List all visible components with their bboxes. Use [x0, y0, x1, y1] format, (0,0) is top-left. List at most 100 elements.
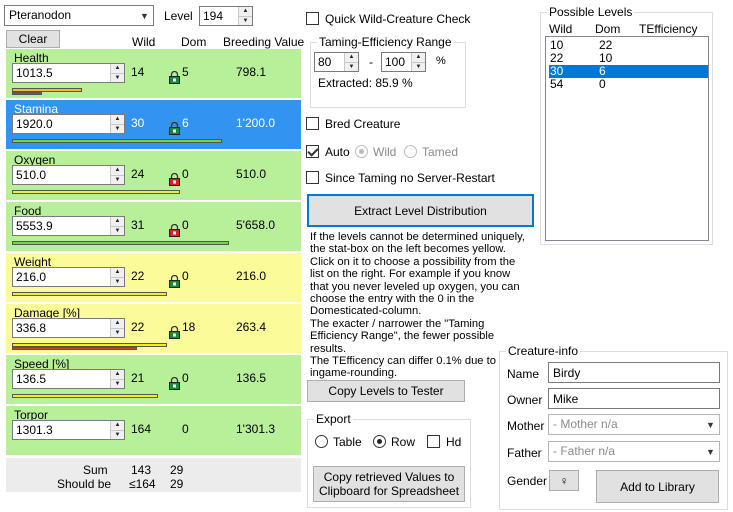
chevron-down-icon: ▼	[706, 446, 715, 457]
stepper-arrows-icon[interactable]: ▲ ▼	[110, 166, 124, 184]
name-value: Birdy	[553, 366, 581, 380]
stepper-arrows-icon[interactable]: ▲ ▼	[110, 115, 124, 133]
stat-box-3[interactable]: Food 5553.9 ▲ ▼ 31 0 5'658.0	[6, 202, 301, 251]
stepper-arrows-icon[interactable]: ▲ ▼	[110, 421, 124, 439]
te-extracted: Extracted: 85.9 %	[318, 76, 413, 90]
owner-field[interactable]: Mike	[548, 388, 720, 409]
stat-breeding: 216.0	[236, 269, 267, 283]
creature-info-title: Creature-info	[506, 344, 581, 358]
te-min-stepper[interactable]: 80 ▲ ▼	[314, 52, 359, 72]
chevron-down-icon: ▼	[706, 419, 715, 430]
tamed-radio[interactable]: Tamed	[404, 145, 458, 159]
wild-radio[interactable]: Wild	[355, 145, 396, 159]
stat-box-2[interactable]: Oxygen 510.0 ▲ ▼ 24 0 510.0	[6, 151, 301, 200]
stat-dom: 6	[182, 116, 189, 130]
stepper-arrows-icon[interactable]: ▲ ▼	[110, 319, 124, 337]
unlock-icon[interactable]	[169, 274, 180, 288]
quick-check-label: Quick Wild-Creature Check	[325, 12, 471, 26]
quick-check-checkbox[interactable]: Quick Wild-Creature Check	[306, 12, 470, 26]
should-be-label: Should be	[57, 477, 112, 491]
mother-select[interactable]: - Mother n/a ▼	[548, 414, 720, 435]
copy-levels-tester-button[interactable]: Copy Levels to Tester	[307, 380, 465, 402]
stat-value: 510.0	[16, 168, 47, 182]
name-field[interactable]: Birdy	[548, 362, 720, 383]
owner-value: Mike	[553, 392, 579, 406]
stat-box-5[interactable]: Damage [%] 336.8 ▲ ▼ 22 18 263.4	[6, 304, 301, 353]
tamed-radio-label: Tamed	[422, 145, 459, 159]
te-max-stepper[interactable]: 100 ▲ ▼	[381, 52, 426, 72]
stat-breeding: 1'301.3	[236, 422, 275, 436]
stat-level-bar	[12, 139, 222, 143]
possible-level-row[interactable]: 54 0	[549, 78, 708, 91]
stat-value-stepper[interactable]: 1301.3 ▲ ▼	[12, 420, 125, 440]
stat-value-stepper[interactable]: 1013.5 ▲ ▼	[12, 63, 125, 83]
auto-label: Auto	[325, 145, 350, 159]
stepper-arrows-icon[interactable]: ▲ ▼	[344, 53, 358, 71]
stat-box-4[interactable]: Weight 216.0 ▲ ▼ 22 0 216.0	[6, 253, 301, 302]
lock-icon[interactable]	[169, 172, 180, 186]
level-label: Level	[164, 9, 193, 23]
export-table-radio[interactable]: Table	[315, 435, 362, 449]
stat-breeding: 510.0	[236, 167, 267, 181]
unlock-icon[interactable]	[169, 70, 180, 84]
stat-value-stepper[interactable]: 216.0 ▲ ▼	[12, 267, 125, 287]
stat-wild: 31	[131, 218, 145, 232]
father-value: - Father n/a	[553, 444, 616, 458]
extract-button[interactable]: Extract Level Distribution	[307, 194, 534, 227]
sum-label: Sum	[83, 463, 108, 477]
pl-header-dom: Dom	[595, 22, 621, 36]
stepper-arrows-icon[interactable]: ▲ ▼	[238, 7, 252, 25]
stat-box-7[interactable]: Torpor 1301.3 ▲ ▼ 164 0 1'301.3	[6, 406, 301, 455]
gender-button[interactable]: ♀	[549, 470, 579, 491]
stepper-arrows-icon[interactable]: ▲ ▼	[110, 217, 124, 235]
owner-label: Owner	[507, 393, 543, 407]
stepper-arrows-icon[interactable]: ▲ ▼	[110, 64, 124, 82]
father-label: Father	[507, 446, 542, 460]
add-to-library-button[interactable]: Add to Library	[596, 470, 719, 503]
pl-header-wild: Wild	[549, 22, 573, 36]
stat-box-6[interactable]: Speed [%] 136.5 ▲ ▼ 21 0 136.5	[6, 355, 301, 404]
stat-value: 1013.5	[16, 66, 53, 80]
possible-level-row[interactable]: 10 22	[549, 39, 708, 52]
stat-value-stepper[interactable]: 510.0 ▲ ▼	[12, 165, 125, 185]
stat-value-stepper[interactable]: 5553.9 ▲ ▼	[12, 216, 125, 236]
stat-wild: 24	[131, 167, 145, 181]
stat-box-1[interactable]: Stamina 1920.0 ▲ ▼ 30 6 1'200.0	[6, 100, 301, 149]
stat-value-stepper[interactable]: 336.8 ▲ ▼	[12, 318, 125, 338]
unlock-icon[interactable]	[169, 325, 180, 339]
te-max-value: 100	[385, 55, 406, 69]
unlock-icon[interactable]	[169, 121, 180, 135]
stat-value-stepper[interactable]: 136.5 ▲ ▼	[12, 369, 125, 389]
species-select[interactable]: Pteranodon ▼	[4, 5, 154, 26]
possible-level-wild: 54	[550, 77, 564, 91]
stat-level-bar	[12, 292, 167, 296]
stat-dom: 0	[182, 371, 189, 385]
bred-checkbox[interactable]: Bred Creature	[306, 117, 400, 131]
stat-box-0[interactable]: Health 1013.5 ▲ ▼ 14 5 798.1	[6, 49, 301, 98]
clear-button[interactable]: Clear	[6, 30, 60, 48]
header-wild: Wild	[132, 35, 156, 49]
copy-clipboard-button[interactable]: Copy retrieved Values to Clipboard for S…	[313, 466, 465, 502]
possible-levels-list[interactable]: 10 22 22 10 30 6 54 0	[545, 36, 709, 241]
auto-checkbox[interactable]: Auto	[306, 145, 350, 159]
stat-value-stepper[interactable]: 1920.0 ▲ ▼	[12, 114, 125, 134]
checkbox-icon	[306, 117, 319, 130]
stat-dom: 5	[182, 65, 189, 79]
export-row-radio[interactable]: Row	[373, 435, 415, 449]
possible-level-row[interactable]: 30 6	[549, 65, 708, 78]
stat-value: 5553.9	[16, 219, 53, 233]
stepper-arrows-icon[interactable]: ▲ ▼	[110, 370, 124, 388]
since-taming-label: Since Taming no Server-Restart	[325, 171, 495, 185]
level-stepper[interactable]: 194 ▲ ▼	[199, 6, 253, 26]
stat-value: 136.5	[16, 372, 47, 386]
since-taming-checkbox[interactable]: Since Taming no Server-Restart	[306, 171, 495, 185]
stepper-arrows-icon[interactable]: ▲ ▼	[110, 268, 124, 286]
unlock-icon[interactable]	[169, 376, 180, 390]
mother-value: - Mother n/a	[553, 417, 618, 431]
father-select[interactable]: - Father n/a ▼	[548, 441, 720, 462]
stepper-arrows-icon[interactable]: ▲ ▼	[411, 53, 425, 71]
possible-level-row[interactable]: 22 10	[549, 52, 708, 65]
lock-icon[interactable]	[169, 223, 180, 237]
chevron-down-icon: ▼	[140, 10, 149, 21]
export-hd-checkbox[interactable]: Hd	[427, 435, 461, 449]
